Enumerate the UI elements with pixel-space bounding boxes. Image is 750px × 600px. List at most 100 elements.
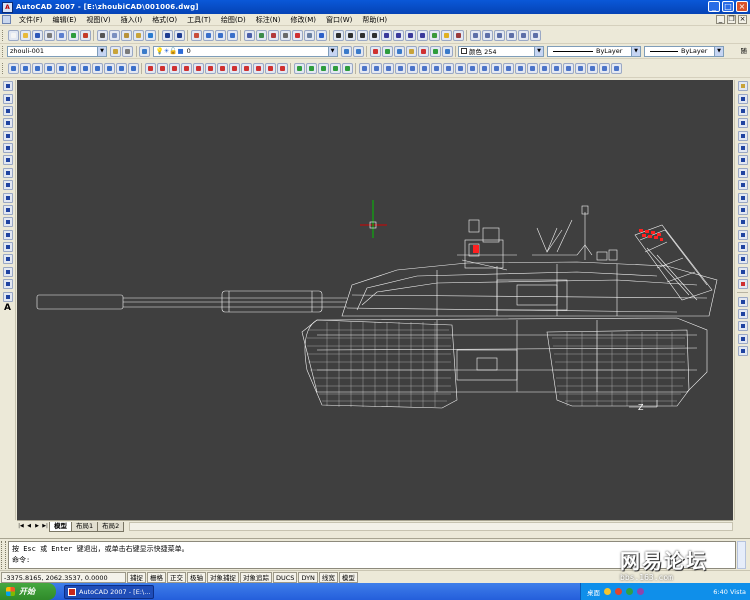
- hatch-icon[interactable]: [2, 254, 13, 265]
- xref-icon[interactable]: [392, 29, 404, 41]
- orbit-icon[interactable]: [293, 63, 305, 74]
- linetype-combo[interactable]: ByLayer ▼: [547, 45, 641, 57]
- polyline-icon[interactable]: [2, 105, 13, 116]
- layer-unisolate-icon[interactable]: [352, 45, 364, 57]
- extend-icon[interactable]: [737, 204, 748, 215]
- multiline-text-icon[interactable]: A: [3, 303, 13, 314]
- draworder-back-icon[interactable]: [737, 308, 748, 319]
- ucs-origin-icon[interactable]: [216, 63, 228, 74]
- tray-icon[interactable]: [626, 588, 633, 595]
- clock[interactable]: 6:40 Vista: [713, 588, 746, 596]
- menu-format[interactable]: 格式(O): [147, 15, 182, 25]
- polygon-icon[interactable]: [2, 118, 13, 129]
- tray-icon[interactable]: [604, 588, 611, 595]
- field-icon[interactable]: [416, 29, 428, 41]
- ducs-toggle[interactable]: DUCS: [273, 571, 298, 583]
- cone-icon[interactable]: [394, 63, 406, 74]
- ucs-y-icon[interactable]: [264, 63, 276, 74]
- menu-tools[interactable]: 工具(T): [182, 15, 216, 25]
- tray-icon[interactable]: [637, 588, 644, 595]
- tab-layout1[interactable]: 布局1: [71, 521, 99, 532]
- mirror-icon[interactable]: [737, 105, 748, 116]
- make-object-layer-current-icon[interactable]: [139, 45, 150, 57]
- toolbar-grip[interactable]: [2, 29, 5, 41]
- scale-icon[interactable]: [737, 167, 748, 178]
- extrude-icon[interactable]: [478, 63, 490, 74]
- layer-change-icon[interactable]: [441, 45, 453, 57]
- layer-combo[interactable]: zhouli-001 ▼: [7, 45, 107, 57]
- view-top-icon[interactable]: [7, 63, 19, 74]
- rotate-icon[interactable]: [737, 155, 748, 166]
- helix-icon[interactable]: [454, 63, 466, 74]
- construction-line-icon[interactable]: [2, 93, 13, 104]
- menu-modify[interactable]: 修改(M): [285, 15, 321, 25]
- move-icon[interactable]: [737, 143, 748, 154]
- toolbar-grip[interactable]: [2, 45, 5, 57]
- layer-lock-icon[interactable]: [405, 45, 417, 57]
- attribute-icon[interactable]: [404, 29, 416, 41]
- zoom-previous-icon[interactable]: [226, 29, 238, 41]
- chevron-down-icon[interactable]: ▼: [327, 46, 337, 56]
- view-ne-iso-icon[interactable]: [103, 63, 115, 74]
- autocad-app-icon[interactable]: A: [2, 1, 13, 13]
- chevron-down-icon[interactable]: ▼: [97, 46, 106, 56]
- document-icon[interactable]: [2, 15, 11, 24]
- cylinder-icon[interactable]: [418, 63, 430, 74]
- tab-last-button[interactable]: ▶|: [41, 522, 49, 531]
- 3d-align-icon[interactable]: [598, 63, 610, 74]
- draworder-above-icon[interactable]: [737, 321, 748, 332]
- coordinates-display[interactable]: -3375.8165, 2062.3537, 0.0000: [1, 571, 126, 583]
- pan-icon[interactable]: [190, 29, 202, 41]
- command-window-grip[interactable]: [1, 541, 6, 569]
- sheet-set-icon[interactable]: [279, 29, 291, 41]
- ucs-x-icon[interactable]: [252, 63, 264, 74]
- layer-isolate-icon[interactable]: [340, 45, 352, 57]
- snap-toggle[interactable]: 捕捉: [127, 571, 146, 583]
- taskbar-item-autocad[interactable]: AutoCAD 2007 - [E:\...: [64, 584, 154, 599]
- menu-insert[interactable]: 插入(I): [116, 15, 148, 25]
- toolbar-grip[interactable]: [2, 63, 5, 74]
- ortho-toggle[interactable]: 正交: [167, 571, 186, 583]
- doc-restore-button[interactable]: ❐: [727, 15, 736, 24]
- loft-icon[interactable]: [526, 63, 538, 74]
- model-toggle[interactable]: 模型: [338, 571, 358, 583]
- ucs-3point-icon[interactable]: [240, 63, 252, 74]
- insert-block-icon[interactable]: [2, 217, 13, 228]
- zoom-realtime-icon[interactable]: [202, 29, 214, 41]
- sphere-icon[interactable]: [406, 63, 418, 74]
- distance-icon[interactable]: [329, 63, 341, 74]
- ucs-face-icon[interactable]: [180, 63, 192, 74]
- layer-color-icon[interactable]: [417, 45, 429, 57]
- continuous-orbit-icon[interactable]: [317, 63, 329, 74]
- grid-toggle[interactable]: 栅格: [147, 571, 166, 583]
- ellipse-icon[interactable]: [2, 192, 13, 203]
- doc-minimize-button[interactable]: _: [716, 15, 725, 24]
- box-icon[interactable]: [370, 63, 382, 74]
- tray-icon[interactable]: [615, 588, 622, 595]
- tab-first-button[interactable]: |◀: [17, 522, 25, 531]
- draworder-front-icon[interactable]: [737, 296, 748, 307]
- ucs-zaxis-icon[interactable]: [228, 63, 240, 74]
- polysolid-icon[interactable]: [358, 63, 370, 74]
- revolve-icon[interactable]: [514, 63, 526, 74]
- osnap-toggle[interactable]: 对象捕捉: [207, 571, 239, 583]
- copy-object-icon[interactable]: [737, 93, 748, 104]
- render-icon[interactable]: [428, 29, 440, 41]
- ucs-world-icon[interactable]: [156, 63, 168, 74]
- view-right-icon[interactable]: [43, 63, 55, 74]
- array-icon[interactable]: [737, 130, 748, 141]
- ellipse-arc-icon[interactable]: [2, 204, 13, 215]
- stretch-icon[interactable]: [737, 180, 748, 191]
- tool-palettes-icon[interactable]: [267, 29, 279, 41]
- tab-prev-button[interactable]: ◀: [25, 522, 33, 531]
- union-icon[interactable]: [538, 63, 550, 74]
- view-front-icon[interactable]: [55, 63, 67, 74]
- view-back-icon[interactable]: [67, 63, 79, 74]
- chevron-down-icon[interactable]: ▼: [534, 46, 543, 56]
- planar-surface-icon[interactable]: [466, 63, 478, 74]
- undo-icon[interactable]: [161, 29, 173, 41]
- command-scrollbar[interactable]: [737, 541, 746, 569]
- plot-preview-icon[interactable]: [55, 29, 67, 41]
- visual-style-icon[interactable]: [469, 29, 481, 41]
- table-icon[interactable]: [2, 291, 13, 302]
